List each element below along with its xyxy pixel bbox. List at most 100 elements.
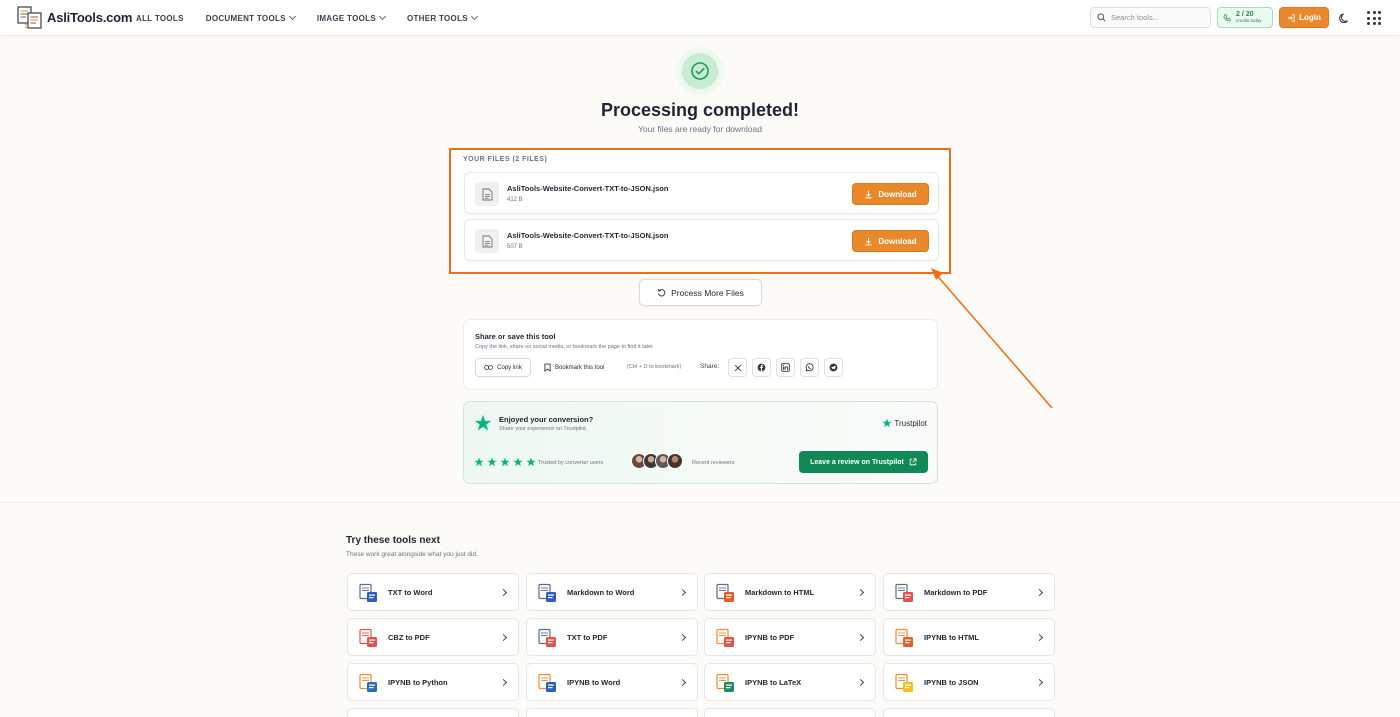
tool-card[interactable]: TXT to PDF xyxy=(526,618,698,656)
tool-card[interactable]: Markdown to Word xyxy=(526,573,698,611)
tool-label: CBZ to PDF xyxy=(388,633,430,642)
trustpilot-desc: Share your experience on Trustpilot. xyxy=(499,426,588,432)
avatar xyxy=(667,453,683,469)
tool-card[interactable]: TXT to Word xyxy=(347,573,519,611)
page-title: Processing completed! xyxy=(600,100,800,120)
bookmark-label: Bookmark this tool xyxy=(555,364,605,371)
chevron-right-icon xyxy=(1035,678,1044,687)
tool-card[interactable]: IPYNB to PDF xyxy=(704,618,876,656)
nav-document-tools[interactable]: DOCUMENT TOOLS xyxy=(206,12,296,23)
nav-other-tools[interactable]: OTHER TOOLS xyxy=(406,12,478,23)
download-button[interactable]: Download xyxy=(852,230,929,252)
process-more-files-button[interactable]: Process More Files xyxy=(639,279,762,306)
search-input[interactable] xyxy=(1111,13,1201,22)
tool-card[interactable]: IPYNB to LaTeX xyxy=(704,663,876,701)
share-linkedin-button[interactable] xyxy=(776,358,795,377)
share-card: Share or save this tool Copy the link, s… xyxy=(463,319,938,390)
tool-icon xyxy=(895,673,913,692)
credits-badge[interactable]: 2 / 20 credits today xyxy=(1217,7,1273,28)
x-icon xyxy=(734,364,741,371)
share-whatsapp-button[interactable] xyxy=(800,358,819,377)
external-link-icon xyxy=(909,458,917,466)
file-icon xyxy=(475,229,499,253)
tool-label: IPYNB to LaTeX xyxy=(745,678,802,687)
file-row: AsliTools-Website-Convert-TXT-to-JSON.js… xyxy=(464,219,939,261)
main-nav: ALL TOOLS DOCUMENT TOOLS IMAGE TOOLS OTH… xyxy=(136,0,499,36)
tool-label: IPYNB to JSON xyxy=(924,678,979,687)
bookmark-button[interactable]: Bookmark this tool xyxy=(544,358,604,377)
chevron-right-icon xyxy=(856,588,865,597)
share-telegram-button[interactable] xyxy=(824,358,843,377)
link-icon xyxy=(484,365,494,370)
files-panel: YOUR FILES (2 FILES) AsliTools-Website-C… xyxy=(449,148,951,274)
download-label: Download xyxy=(878,189,917,199)
leave-review-label: Leave a review on Trustpilot xyxy=(810,458,904,466)
facebook-icon xyxy=(757,363,766,372)
nav-all-tools[interactable]: ALL TOOLS xyxy=(136,14,184,23)
leave-review-button[interactable]: Leave a review on Trustpilot xyxy=(799,451,928,473)
share-facebook-button[interactable] xyxy=(752,358,771,377)
tool-label: IPYNB to PDF xyxy=(745,633,795,642)
trustpilot-star-icon xyxy=(474,414,492,437)
tool-card[interactable] xyxy=(347,708,519,717)
tool-card[interactable]: CBZ to PDF xyxy=(347,618,519,656)
download-button[interactable]: Download xyxy=(852,183,929,205)
bookmark-icon xyxy=(544,363,551,372)
top-navbar: AsliTools.com ALL TOOLS DOCUMENT TOOLS I… xyxy=(0,0,1400,36)
tool-card[interactable] xyxy=(704,708,876,717)
bookmark-hint: (Ctrl + D to bookmark) xyxy=(627,364,682,370)
nav-image-tools[interactable]: IMAGE TOOLS xyxy=(317,12,387,23)
copy-link-label: Copy link xyxy=(497,364,522,371)
login-button[interactable]: Login xyxy=(1279,7,1329,28)
tool-card[interactable] xyxy=(883,708,1055,717)
logo-icon xyxy=(16,5,44,29)
tool-label: IPYNB to Python xyxy=(388,678,448,687)
star-icon xyxy=(526,457,536,467)
trustpilot-title: Enjoyed your conversion? xyxy=(499,415,594,424)
file-name: AsliTools-Website-Convert-TXT-to-JSON.js… xyxy=(507,184,669,193)
linkedin-icon xyxy=(781,363,790,372)
share-label: Share: xyxy=(700,363,720,370)
tool-card[interactable]: IPYNB to Word xyxy=(526,663,698,701)
tool-icon xyxy=(538,673,556,692)
login-label: Login xyxy=(1299,13,1321,22)
chevron-right-icon xyxy=(499,588,508,597)
share-title: Share or save this tool xyxy=(475,332,556,341)
tool-card[interactable]: Markdown to PDF xyxy=(883,573,1055,611)
tool-icon xyxy=(716,628,734,647)
process-more-label: Process More Files xyxy=(671,287,744,298)
apps-grid-icon[interactable] xyxy=(1367,11,1381,25)
theme-toggle-button[interactable] xyxy=(1337,10,1353,26)
chevron-right-icon xyxy=(1035,588,1044,597)
chevron-right-icon xyxy=(678,588,687,597)
download-icon xyxy=(865,237,873,245)
tool-label: Markdown to PDF xyxy=(924,588,988,597)
tools-section-subtitle: These work great alongside what you just… xyxy=(346,551,478,558)
tool-card[interactable]: Markdown to HTML xyxy=(704,573,876,611)
chevron-right-icon xyxy=(678,678,687,687)
tool-card[interactable]: IPYNB to Python xyxy=(347,663,519,701)
download-icon xyxy=(865,190,873,198)
nav-other-tools-label: OTHER TOOLS xyxy=(406,13,468,23)
file-icon xyxy=(475,182,499,206)
tool-label: Markdown to HTML xyxy=(745,588,815,597)
success-indicator xyxy=(670,44,730,98)
tool-icon xyxy=(716,583,734,602)
tool-icon xyxy=(359,628,377,647)
chevron-right-icon xyxy=(678,633,687,642)
file-size: 507 B xyxy=(507,244,523,250)
tool-icon xyxy=(538,583,556,602)
refresh-icon xyxy=(657,288,666,297)
tool-label: TXT to Word xyxy=(388,588,433,597)
copy-link-button[interactable]: Copy link xyxy=(475,358,531,377)
share-x-button[interactable] xyxy=(728,358,747,377)
chevron-down-icon xyxy=(378,12,387,21)
login-icon xyxy=(1287,13,1295,22)
site-logo[interactable]: AsliTools.com xyxy=(16,5,132,29)
tool-card[interactable] xyxy=(526,708,698,717)
tool-card[interactable]: IPYNB to JSON xyxy=(883,663,1055,701)
file-name: AsliTools-Website-Convert-TXT-to-JSON.js… xyxy=(507,231,669,240)
chevron-right-icon xyxy=(856,678,865,687)
tool-card[interactable]: IPYNB to HTML xyxy=(883,618,1055,656)
phone-icon xyxy=(1223,13,1231,21)
